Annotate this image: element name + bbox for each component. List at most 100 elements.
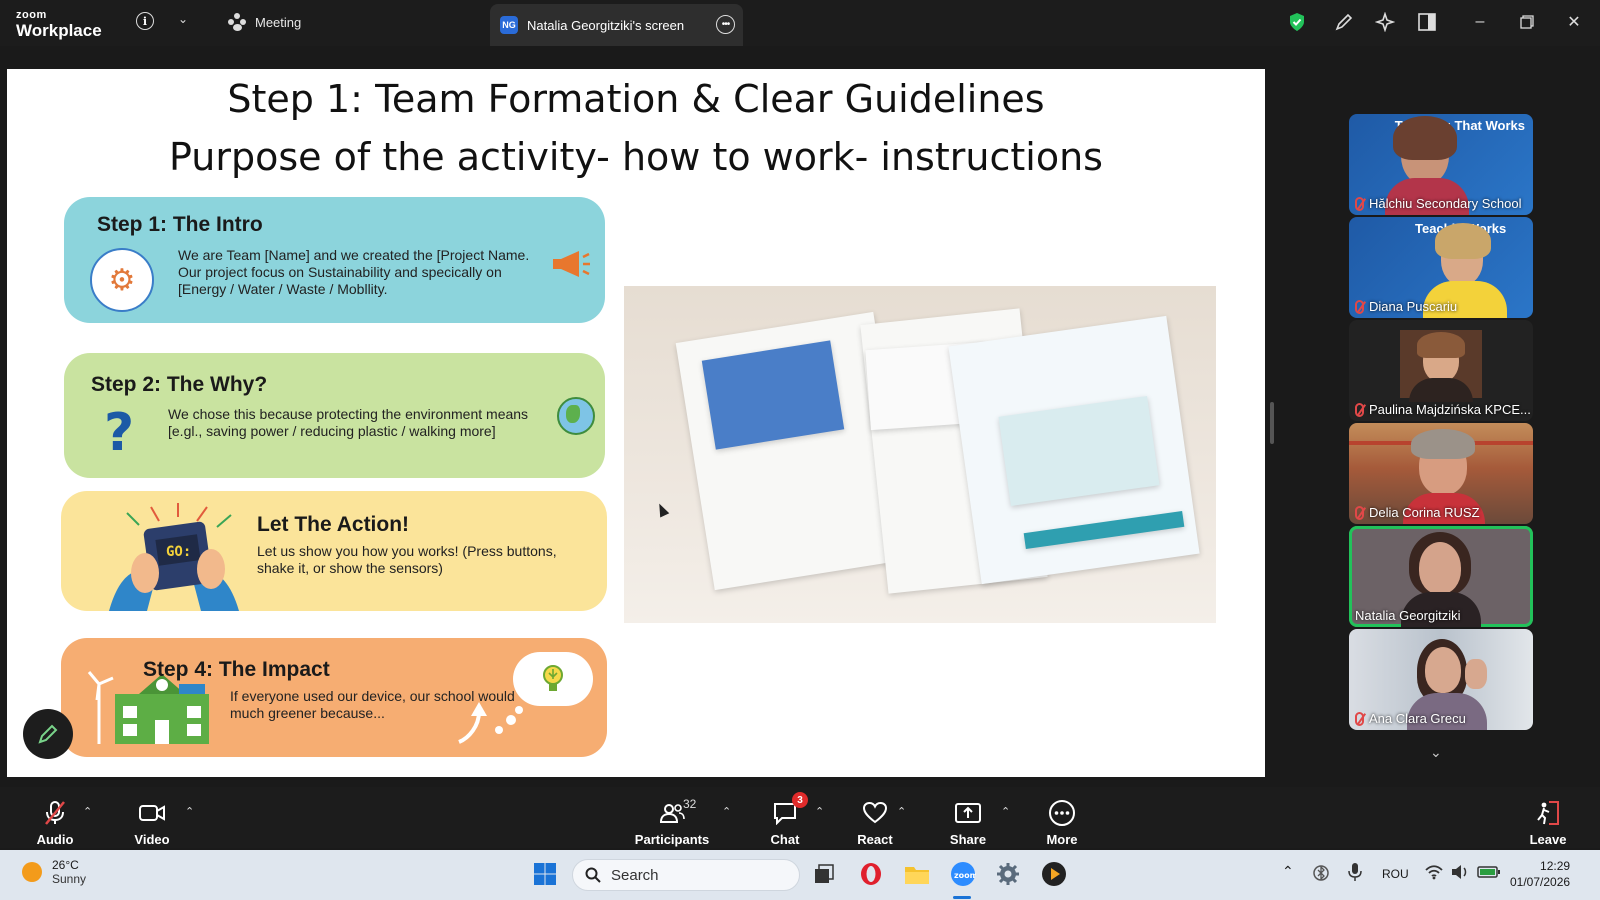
clock-time: 12:29 [1540, 859, 1571, 873]
restore-icon[interactable] [1515, 10, 1539, 34]
muted-mic-icon [1355, 711, 1364, 726]
shared-slide: Step 1: Team Formation & Clear Guideline… [7, 69, 1265, 777]
gears-icon: ⚙ [90, 248, 154, 312]
annotate-icon[interactable] [1332, 10, 1356, 34]
search-icon [585, 867, 601, 883]
card-heading: Step 2: The Why? [91, 373, 268, 396]
audio-options-caret[interactable]: ⌃ [83, 805, 92, 818]
file-explorer-icon[interactable] [903, 860, 931, 888]
language-indicator[interactable]: ROU [1382, 867, 1409, 881]
shared-screen-tab[interactable]: NG Natalia Georgitziki's screen ••• [490, 4, 743, 46]
muted-mic-icon [1355, 505, 1364, 520]
participant-name: Delia Corina RUSZ [1355, 505, 1480, 520]
logo-bottom: Workplace [16, 21, 102, 40]
chevron-down-icon[interactable]: ⌄ [1430, 744, 1442, 761]
share-screen-icon [953, 798, 983, 828]
arrow-up-icon [458, 702, 523, 744]
more-options-icon[interactable]: ••• [716, 15, 735, 34]
chat-button[interactable]: 3 Chat [770, 791, 808, 847]
participant-tile[interactable]: Ana Clara Grecu [1349, 629, 1533, 730]
battery-icon[interactable] [1477, 865, 1501, 882]
title-bar: zoom Workplace i ⌄ Meeting NG Natalia Ge… [0, 0, 1600, 46]
panel-resize-handle[interactable] [1270, 402, 1274, 444]
participant-tile[interactable]: Teaching That Works Hălchiu Secondary Sc… [1349, 114, 1533, 215]
settings-gear-icon[interactable] [994, 860, 1022, 888]
leave-door-icon [1533, 798, 1563, 828]
microphone-icon[interactable] [1348, 862, 1362, 885]
share-button[interactable]: Share [948, 791, 988, 847]
chat-label: Chat [770, 832, 800, 847]
card-heading: Step 4: The Impact [143, 658, 330, 681]
annotation-pen-button[interactable] [23, 709, 73, 759]
react-label: React [857, 832, 893, 847]
share-label: Share [949, 832, 987, 847]
opera-browser-icon[interactable] [857, 860, 885, 888]
slide-subtitle: Purpose of the activity- how to work- in… [169, 135, 1103, 179]
chevron-down-icon[interactable]: ⌄ [178, 12, 188, 26]
muted-microphone-icon [40, 798, 70, 828]
media-player-icon[interactable] [1040, 860, 1068, 888]
participant-name: Natalia Georgitziki [1355, 608, 1461, 623]
show-hidden-icons-chevron[interactable]: ⌃ [1282, 863, 1294, 880]
participant-name: Hălchiu Secondary School [1355, 196, 1521, 211]
react-options-caret[interactable]: ⌃ [897, 805, 906, 818]
weather-widget[interactable]: 26°C Sunny [22, 858, 86, 886]
slide-title: Step 1: Team Formation & Clear Guideline… [227, 77, 1045, 121]
taskbar-search[interactable]: Search [572, 859, 800, 891]
chat-options-caret[interactable]: ⌃ [815, 805, 824, 818]
info-icon[interactable]: i [136, 12, 154, 30]
question-mark-icon: ? [104, 403, 135, 463]
heart-icon [860, 798, 890, 828]
wifi-icon[interactable] [1425, 864, 1443, 883]
participants-icon: 32 [657, 797, 696, 828]
zoom-app-icon[interactable]: zoom [949, 860, 977, 888]
more-button[interactable]: More [1044, 791, 1080, 847]
video-camera-icon [137, 798, 167, 828]
card-action: GO: Let The Action! Let us show you how … [61, 491, 607, 611]
megaphone-icon [549, 249, 591, 286]
taskbar-clock[interactable]: 12:29 01/07/2026 [1510, 858, 1570, 890]
participant-tile[interactable]: Teachin Works Diana Puscariu [1349, 217, 1533, 318]
card-intro: Step 1: The Intro ⚙ We are Team [Name] a… [64, 197, 605, 323]
participants-label: Participants [634, 832, 710, 847]
search-placeholder: Search [611, 866, 659, 884]
audio-button[interactable]: Audio [34, 791, 76, 847]
meeting-tab[interactable]: Meeting [228, 13, 301, 31]
share-options-caret[interactable]: ⌃ [1001, 805, 1010, 818]
card-text: We are Team [Name] and we created the [P… [178, 247, 530, 297]
shield-icon[interactable] [1286, 10, 1308, 34]
participant-tile[interactable]: Delia Corina RUSZ [1349, 423, 1533, 524]
active-app-indicator [953, 896, 971, 899]
speaker-icon[interactable] [1451, 864, 1469, 883]
react-button[interactable]: React [856, 791, 894, 847]
meeting-label: Meeting [255, 14, 302, 30]
task-view-icon[interactable] [810, 860, 838, 888]
worksheet-photo [624, 286, 1216, 623]
device-screen-text: GO: [166, 544, 191, 560]
participant-tile-active-speaker[interactable]: Natalia Georgitziki [1349, 526, 1533, 627]
participant-name: Ana Clara Grecu [1355, 711, 1466, 726]
participants-button[interactable]: 32 Participants [634, 791, 710, 847]
participants-options-caret[interactable]: ⌃ [722, 805, 731, 818]
windows-taskbar: 26°C Sunny Search zoom ⌃ ROU 12:29 01/07… [0, 850, 1600, 900]
close-icon[interactable]: ✕ [1562, 10, 1586, 34]
video-options-caret[interactable]: ⌃ [185, 805, 194, 818]
muted-mic-icon [1355, 299, 1364, 314]
globe-icon [557, 397, 595, 435]
bluetooth-icon[interactable] [1313, 864, 1329, 885]
card-why: Step 2: The Why? ? We chose this because… [64, 353, 605, 478]
muted-mic-icon [1355, 402, 1364, 417]
more-dots-icon [1047, 798, 1077, 828]
minimize-icon[interactable]: – [1468, 10, 1492, 34]
card-text: We chose this because protecting the env… [168, 406, 529, 439]
windows-start-icon[interactable] [531, 860, 559, 888]
video-button[interactable]: Video [131, 791, 173, 847]
participant-tile[interactable]: Paulina Majdzińska KPCE... [1349, 320, 1533, 421]
more-label: More [1046, 832, 1078, 847]
ai-companion-icon[interactable] [1373, 10, 1397, 34]
audio-label: Audio [36, 832, 74, 847]
weather-condition: Sunny [52, 872, 87, 886]
view-layout-icon[interactable] [1415, 10, 1439, 34]
logo-top: zoom [16, 9, 47, 21]
leave-button[interactable]: Leave [1530, 791, 1566, 847]
